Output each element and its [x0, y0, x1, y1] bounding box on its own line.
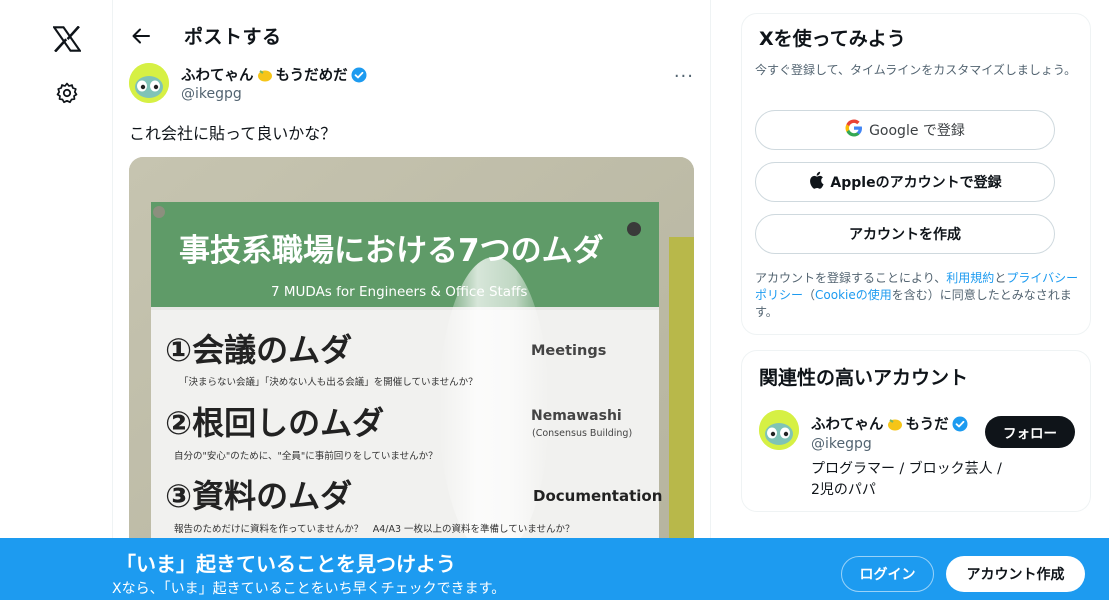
- signup-card-subtitle: 今すぐ登録して、タイムラインをカスタマイズしましょう。: [755, 63, 1077, 77]
- create-account-button[interactable]: アカウントを作成: [755, 214, 1055, 254]
- related-accounts-card: 関連性の高いアカウント ふわてゃん もうだ @ikegpg プログラマー / ブ…: [741, 350, 1091, 512]
- more-options-icon[interactable]: ···: [674, 66, 694, 87]
- author-name-part: ふわてゃん: [181, 68, 254, 84]
- cookie-link[interactable]: Cookieの使用: [815, 288, 892, 302]
- poster-item-heading: ③資料のムダ: [165, 477, 352, 515]
- apple-signup-label: Appleのアカウントで登録: [830, 175, 1002, 191]
- poster-item-heading: ②根回しのムダ: [165, 404, 384, 442]
- google-icon: [845, 119, 863, 141]
- legal-text-part: （: [803, 288, 816, 302]
- apple-icon: [808, 171, 824, 193]
- login-button[interactable]: ログイン: [841, 556, 934, 592]
- lemon-emoji-icon: [887, 417, 903, 431]
- related-card-title: 関連性の高いアカウント: [759, 367, 969, 389]
- banner-subtitle: Xなら、「いま」起きていることをいち早くチェックできます。: [112, 581, 506, 597]
- signup-button[interactable]: アカウント作成: [946, 556, 1085, 592]
- author-name[interactable]: ふわてゃん もうだめだ: [181, 64, 367, 85]
- author-name-part: もうだめだ: [275, 68, 348, 84]
- related-name-part: もうだ: [905, 417, 949, 433]
- poster-item-english-sub: (Consensus Building): [532, 428, 632, 439]
- related-account-bio: プログラマー / ブロック芸人 / 2児のパパ: [811, 461, 1002, 498]
- poster-item-english: Documentation: [533, 487, 662, 505]
- verified-badge-icon: [351, 67, 367, 83]
- post-text: これ会社に貼って良いかな？: [129, 124, 337, 143]
- verified-badge-icon: [952, 416, 968, 432]
- banner-title: 「いま」起きていることを見つけよう: [116, 552, 456, 576]
- lemon-emoji-icon: [257, 68, 273, 82]
- poster-item-heading: ①会議のムダ: [165, 331, 352, 369]
- main-column: ポストする ふわてゃん もうだめだ @ikegpg ··· これ会社に貼って良い…: [112, 0, 711, 600]
- poster-item-desc: 「決まらない会議」「決めない人も出る会議」を開催していませんか？: [179, 376, 478, 388]
- poster-item-english: Meetings: [531, 343, 606, 359]
- google-signup-label: Google で登録: [869, 123, 965, 139]
- related-account-name[interactable]: ふわてゃん もうだ: [811, 413, 968, 434]
- google-signup-button[interactable]: Google で登録: [755, 110, 1055, 150]
- poster-item-desc: 報告のためだけに資料を作っていませんか？ A4/A3 一枚以上の資料を準備してい…: [174, 523, 574, 535]
- poster-item-desc: 自分の"安心"のために、"全員"に事前回りをしていませんか？: [174, 450, 438, 462]
- apple-signup-button[interactable]: Appleのアカウントで登録: [755, 162, 1055, 202]
- avatar[interactable]: [129, 63, 169, 103]
- legal-text-part: アカウントを登録することにより、: [755, 271, 947, 285]
- poster-title: 事技系職場における7つのムダ: [179, 233, 604, 269]
- poster-item-english: Nemawashi: [531, 408, 622, 424]
- legal-text-part: と: [994, 271, 1007, 285]
- post-photo[interactable]: 事技系職場における7つのムダ 7 MUDAs for Engineers & O…: [129, 157, 694, 600]
- page-title: ポストする: [184, 26, 282, 48]
- signup-card-title: Xを使ってみよう: [759, 28, 906, 50]
- related-name-part: ふわてゃん: [811, 417, 884, 433]
- author-handle[interactable]: @ikegpg: [181, 86, 242, 102]
- page-header: ポストする: [113, 0, 712, 72]
- back-arrow-icon[interactable]: [127, 22, 155, 50]
- legal-text: アカウントを登録することにより、利用規約とプライバシーポリシー（Cookieの使…: [755, 270, 1085, 321]
- avatar[interactable]: [759, 410, 799, 450]
- poster-subtitle: 7 MUDAs for Engineers & Office Staffs: [271, 284, 527, 300]
- x-logo-icon[interactable]: [50, 22, 84, 56]
- related-account-handle[interactable]: @ikegpg: [811, 436, 872, 452]
- signup-card: Xを使ってみよう 今すぐ登録して、タイムラインをカスタマイズしましょう。 Goo…: [741, 13, 1091, 335]
- gear-icon[interactable]: [53, 79, 81, 107]
- left-nav: [0, 0, 112, 600]
- signup-banner: 「いま」起きていることを見つけよう Xなら、「いま」起きていることをいち早くチェ…: [0, 538, 1109, 600]
- terms-link[interactable]: 利用規約: [946, 271, 994, 285]
- follow-button[interactable]: フォロー: [985, 416, 1075, 448]
